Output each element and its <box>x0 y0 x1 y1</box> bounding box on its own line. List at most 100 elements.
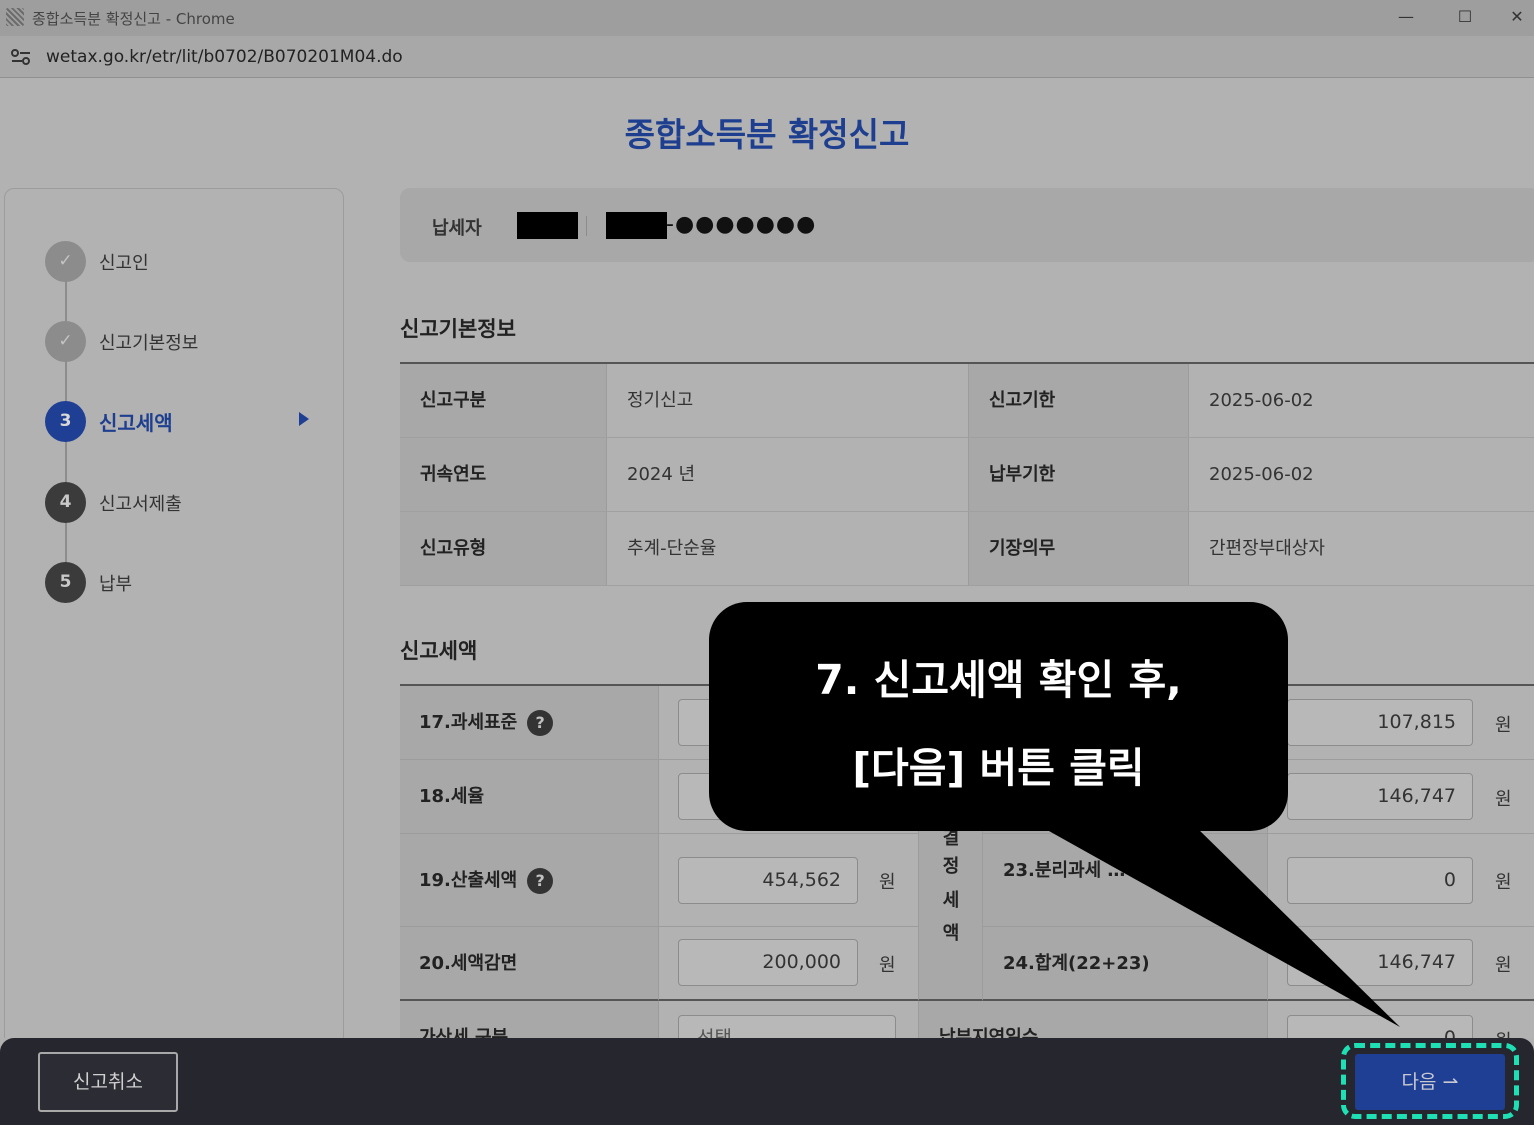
row-value-right-2: 146,747 원 <box>1267 760 1534 834</box>
row-key: 신고기한 <box>968 364 1188 437</box>
unit-label: 원 <box>879 872 896 893</box>
row-value-right-1: 107,815 원 <box>1267 686 1534 760</box>
late-days-input[interactable]: 0 <box>1287 1015 1473 1038</box>
row-key-late-days: 납부지연일수 <box>918 1001 1267 1038</box>
step-tax-amount[interactable]: 3 신고세액 <box>45 399 335 443</box>
step-label: 신고인 <box>99 253 149 274</box>
row-key-separate-tax-total: 23.분리과세 … 합계 <box>982 834 1267 927</box>
step-label: 신고기본정보 <box>99 333 199 354</box>
row-key-text: 18.세율 <box>419 786 485 807</box>
bottom-action-bar: 신고취소 다음 ⇀ <box>0 1038 1534 1125</box>
next-button-highlight: 다음 ⇀ <box>1341 1043 1519 1119</box>
unit-label: 원 <box>879 955 896 976</box>
help-icon[interactable]: ? <box>527 710 554 736</box>
row-key: 기장의무 <box>968 512 1188 585</box>
step-basic-info[interactable]: ✓ 신고기본정보 <box>45 319 335 363</box>
vertical-char: 정 <box>942 856 960 877</box>
row-value-calculated-tax: 454,562 원 <box>658 834 918 927</box>
help-icon[interactable]: ? <box>527 868 554 894</box>
unit-label: 원 <box>1495 1027 1512 1038</box>
table-row: 신고구분 정기신고 신고기한 2025-06-02 <box>400 364 1534 438</box>
basic-info-table: 신고구분 정기신고 신고기한 2025-06-02 귀속연도 2024 년 납부… <box>400 362 1534 586</box>
callout-line-1: 7. 신고세액 확인 후, <box>815 656 1182 704</box>
check-icon: ✓ <box>45 321 86 362</box>
unit-label: 원 <box>1495 715 1512 736</box>
close-window-button[interactable]: ✕ <box>1494 2 1534 32</box>
amount-input[interactable]: 146,747 <box>1287 773 1473 820</box>
separate-tax-input[interactable]: 0 <box>1287 857 1473 904</box>
row-key-calculated-tax: 19.산출세액? <box>400 834 658 927</box>
row-value: 2025-06-02 <box>1188 364 1534 437</box>
row-key: 귀속연도 <box>400 438 606 511</box>
next-button[interactable]: 다음 ⇀ <box>1355 1054 1505 1110</box>
table-row: 신고유형 추계-단순율 기장의무 간편장부대상자 <box>400 512 1534 586</box>
current-step-arrow-icon <box>299 412 309 426</box>
page-title: 종합소득분 확정신고 <box>624 115 910 154</box>
row-key-tax-reduction: 20.세액감면 <box>400 927 658 1001</box>
cancel-report-button[interactable]: 신고취소 <box>38 1052 178 1112</box>
row-key: 신고유형 <box>400 512 606 585</box>
calculated-tax-input[interactable]: 454,562 <box>678 857 858 904</box>
row-value-late-days: 0 원 <box>1267 1001 1534 1038</box>
row-key-text: 20.세액감면 <box>419 953 518 974</box>
instruction-callout: 7. 신고세액 확인 후, [다음] 버튼 클릭 <box>709 602 1288 831</box>
maximize-button[interactable]: ☐ <box>1442 2 1488 32</box>
penalty-type-select[interactable]: 선택 <box>678 1015 896 1038</box>
row-value: 정기신고 <box>606 364 968 437</box>
window-title: 종합소득분 확정신고 - Chrome <box>32 10 235 28</box>
amount-input[interactable]: 107,815 <box>1287 699 1473 746</box>
row-key-tax-base: 17.과세표준? <box>400 686 658 760</box>
unit-label: 원 <box>1495 872 1512 893</box>
masked-id-suffix: -●●●●●●● <box>666 212 817 237</box>
step-number: 5 <box>45 562 86 603</box>
row-value: 간편장부대상자 <box>1188 512 1534 585</box>
row-key-penalty-type: 가산세 구분 <box>400 1001 658 1038</box>
vertical-char: 액 <box>942 923 960 944</box>
basic-info-title: 신고기본정보 <box>400 317 516 341</box>
step-label: 납부 <box>99 574 133 595</box>
step-payment[interactable]: 5 납부 <box>45 560 335 604</box>
row-value: 2025-06-02 <box>1188 438 1534 511</box>
row-value-tax-reduction: 200,000 원 <box>658 927 918 1001</box>
row-value-total: 146,747 원 <box>1267 927 1534 1001</box>
select-value: 선택 <box>697 1027 732 1038</box>
row-key-text: 17.과세표준 <box>419 712 518 733</box>
step-reporter[interactable]: ✓ 신고인 <box>45 239 335 283</box>
row-value-penalty-type: 선택 <box>658 1001 918 1038</box>
check-icon: ✓ <box>45 241 86 282</box>
unit-label: 원 <box>1495 789 1512 810</box>
url-text[interactable]: wetax.go.kr/etr/lit/b0702/B070201M04.do <box>46 47 403 67</box>
taxpayer-box: 납세자 -●●●●●●● <box>400 188 1534 262</box>
row-value-separate-tax-total: 0 원 <box>1267 834 1534 927</box>
minimize-button[interactable]: — <box>1383 2 1429 32</box>
row-value: 추계-단순율 <box>606 512 968 585</box>
step-label: 신고세액 <box>99 411 173 435</box>
row-value: 2024 년 <box>606 438 968 511</box>
site-favicon-icon <box>6 8 24 26</box>
tax-amount-title: 신고세액 <box>400 639 478 663</box>
step-navigator: ✓ 신고인 ✓ 신고기본정보 3 신고세액 4 신고서제출 5 납부 <box>4 188 344 1038</box>
row-key: 신고구분 <box>400 364 606 437</box>
row-key-text: 19.산출세액 <box>419 870 518 891</box>
taxpayer-label: 납세자 <box>432 218 482 239</box>
row-key-text: 가산세 구분 <box>419 1027 509 1038</box>
step-number: 4 <box>45 482 86 523</box>
callout-line-2: [다음] 버튼 클릭 <box>852 744 1145 792</box>
site-settings-icon[interactable] <box>10 48 32 66</box>
step-number: 3 <box>45 401 86 442</box>
step-label: 신고서제출 <box>99 494 182 515</box>
row-key: 납부기한 <box>968 438 1188 511</box>
row-key-tax-rate: 18.세율 <box>400 760 658 834</box>
redacted-id-prefix <box>606 212 667 239</box>
vertical-char: 세 <box>942 890 960 911</box>
row-key-total: 24.합계(22+23) <box>982 927 1267 1001</box>
table-row: 귀속연도 2024 년 납부기한 2025-06-02 <box>400 438 1534 512</box>
step-submit[interactable]: 4 신고서제출 <box>45 480 335 524</box>
divider <box>586 216 587 236</box>
address-bar[interactable]: wetax.go.kr/etr/lit/b0702/B070201M04.do <box>0 36 1534 78</box>
page-content: 종합소득분 확정신고 ✓ 신고인 ✓ 신고기본정보 3 신고세액 4 신고서제출… <box>0 78 1534 1038</box>
total-input[interactable]: 146,747 <box>1287 939 1473 986</box>
browser-titlebar: 종합소득분 확정신고 - Chrome — ☐ ✕ <box>0 0 1534 36</box>
unit-label: 원 <box>1495 955 1512 976</box>
tax-reduction-input[interactable]: 200,000 <box>678 939 858 986</box>
